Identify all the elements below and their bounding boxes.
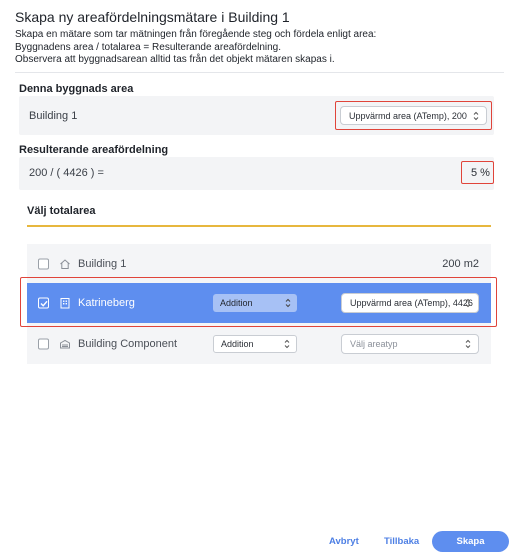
- description-line: Skapa en mätare som tar mätningen från f…: [15, 29, 377, 40]
- back-button[interactable]: Tillbaka: [384, 536, 419, 547]
- home-icon: [60, 259, 70, 269]
- tab-total-area[interactable]: Välj totalarea: [27, 205, 95, 217]
- area-type-placeholder: Välj areatyp: [350, 339, 398, 349]
- chevron-updown-icon: [465, 339, 471, 349]
- header-divider: [15, 72, 504, 73]
- row-value: 200 m2: [442, 258, 479, 270]
- row-name: Building Component: [78, 338, 178, 350]
- selected-area-type: Uppvärmd area (ATemp), 200: [349, 110, 467, 121]
- row-name: Building 1: [78, 258, 127, 270]
- building-icon: [60, 298, 70, 309]
- operation-select[interactable]: Addition: [213, 335, 297, 353]
- result-label: Resulterande areafördelning: [19, 144, 169, 156]
- building-area-type-select[interactable]: Uppvärmd area (ATemp), 200: [340, 106, 487, 125]
- create-button[interactable]: Skapa: [432, 531, 509, 552]
- chevron-updown-icon: [284, 339, 290, 349]
- chevron-updown-icon: [285, 298, 291, 308]
- building-name: Building 1: [29, 110, 78, 122]
- row-name: Katrineberg: [78, 297, 135, 309]
- checkbox-checked[interactable]: [38, 297, 49, 309]
- chevron-updown-icon: [473, 111, 479, 120]
- tab-underline: [27, 225, 491, 227]
- checkbox[interactable]: [38, 338, 49, 350]
- building-area-label: Denna byggnads area: [19, 83, 134, 95]
- list-item-katrineberg[interactable]: Katrineberg Addition Uppvärmd area (ATem…: [27, 283, 491, 323]
- operation-value: Addition: [220, 298, 253, 308]
- area-type-value: Uppvärmd area (ATemp), 4426: [350, 298, 473, 308]
- list-item-building-component[interactable]: Building Component Addition Välj areatyp: [27, 324, 491, 364]
- operation-select[interactable]: Addition: [213, 294, 297, 312]
- result-formula: 200 / ( 4426 ) =: [29, 167, 104, 179]
- result-panel: 200 / ( 4426 ) =: [19, 157, 494, 190]
- component-icon: [60, 339, 70, 349]
- check-icon: [40, 300, 48, 307]
- cancel-button[interactable]: Avbryt: [329, 536, 359, 547]
- description-line: Observera att byggnadsarean alltid tas f…: [15, 54, 335, 65]
- dialog-description: Skapa en mätare som tar mätningen från f…: [15, 29, 376, 67]
- area-type-select[interactable]: Uppvärmd area (ATemp), 4426: [341, 293, 479, 313]
- operation-value: Addition: [221, 339, 254, 349]
- checkbox[interactable]: [38, 258, 49, 270]
- dialog-title: Skapa ny areafördelningsmätare i Buildin…: [15, 9, 290, 25]
- result-value: 5 %: [471, 167, 490, 179]
- area-type-select[interactable]: Välj areatyp: [341, 334, 479, 354]
- description-line: Byggnadens area / totalarea = Resulteran…: [15, 41, 282, 53]
- chevron-updown-icon: [465, 298, 471, 308]
